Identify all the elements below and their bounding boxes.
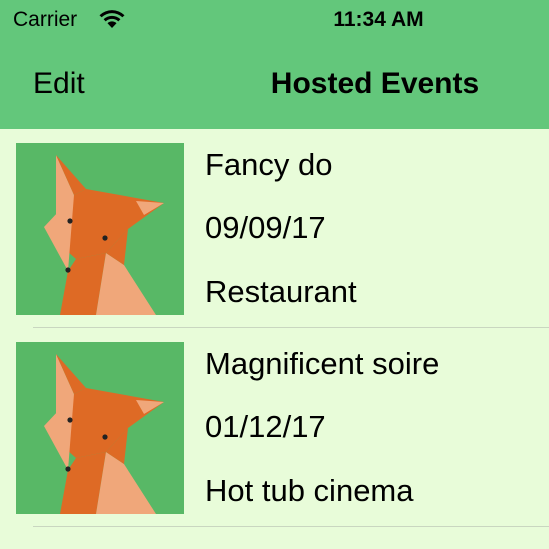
page-title: Hosted Events [270,67,480,100]
edit-button[interactable]: Edit [33,66,85,102]
status-time: 11:34 AM [333,8,424,31]
event-row[interactable]: Magnificent soire 01/12/17 Hot tub cinem… [0,328,549,527]
event-row[interactable]: Fancy do 09/09/17 Restaurant [0,129,549,328]
row-separator [33,526,549,527]
fox-image [16,143,184,315]
fox-image [16,342,184,514]
event-venue: Hot tub cinema [205,473,414,508]
event-date: 09/09/17 [205,210,326,245]
event-venue: Restaurant [205,274,357,309]
event-name: Magnificent soire [205,346,440,381]
event-date: 01/12/17 [205,409,326,444]
status-bar: Carrier 11:34 AM [0,0,549,40]
navigation-bar: Carrier 11:34 AM Edit Hosted Events [0,0,549,129]
event-name: Fancy do [205,147,333,182]
